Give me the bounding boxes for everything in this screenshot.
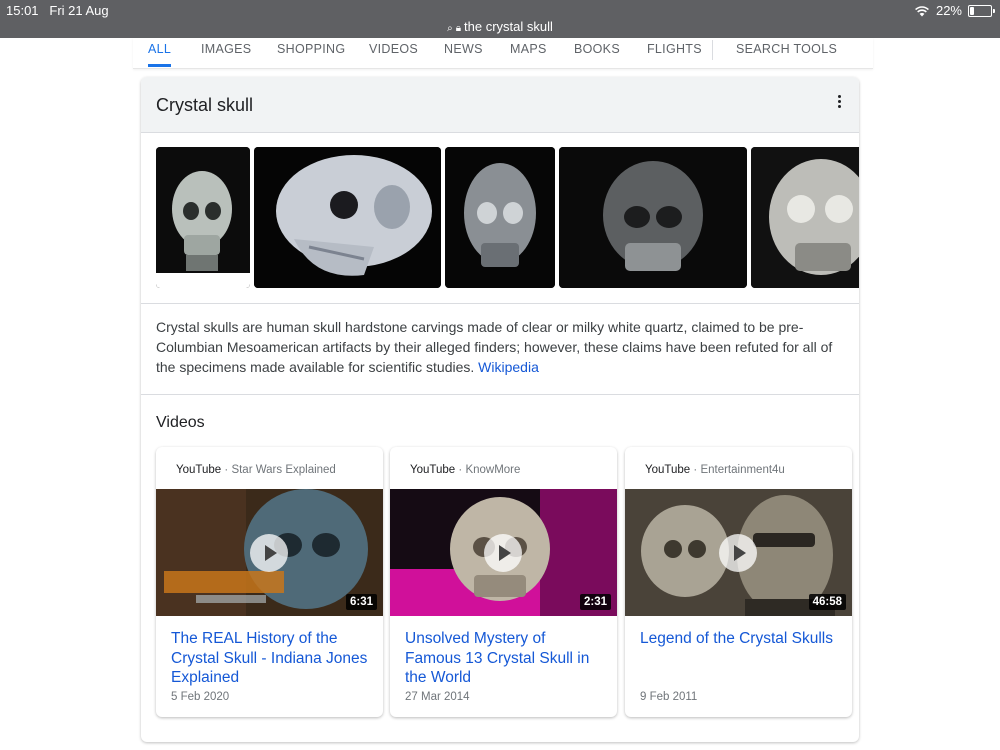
- video-platform: YouTube: [410, 464, 456, 476]
- search-tabs: ALL IMAGES SHOPPING VIDEOS NEWS MAPS BOO…: [133, 38, 873, 69]
- video-platform: YouTube: [176, 464, 222, 476]
- tab-news[interactable]: NEWS: [444, 42, 483, 66]
- tab-search-tools[interactable]: SEARCH TOOLS: [736, 42, 837, 66]
- video-card[interactable]: YouTube · KnowMore 2:31 Unsolved Mystery…: [390, 447, 617, 717]
- play-icon[interactable]: [484, 534, 522, 572]
- video-channel: Entertainment4u: [700, 464, 785, 476]
- video-title-link[interactable]: Unsolved Mystery of Famous 13 Crystal Sk…: [405, 629, 605, 688]
- video-card[interactable]: YouTube · Entertainment4u 46:58 Legend o…: [625, 447, 852, 717]
- video-source: YouTube · Entertainment4u: [645, 464, 785, 476]
- address-bar[interactable]: ⌕ 🔒︎ the crystal skull: [0, 19, 1000, 34]
- skull-image-4[interactable]: [559, 147, 747, 288]
- skull-image-5[interactable]: [751, 147, 859, 288]
- video-thumbnail[interactable]: 6:31: [156, 489, 383, 616]
- panel-title: Crystal skull: [156, 95, 254, 115]
- wifi-icon: [915, 5, 929, 16]
- status-bar: 15:01 Fri 21 Aug ⌕ 🔒︎ the crystal skull 22…: [0, 0, 1000, 38]
- knowledge-panel: Crystal skull Crystal skulls are human s…: [141, 77, 859, 742]
- tab-videos[interactable]: VIDEOS: [369, 42, 418, 66]
- panel-description: Crystal skulls are human skull hardstone…: [156, 317, 846, 377]
- video-date: 27 Mar 2014: [405, 691, 470, 703]
- video-card[interactable]: YouTube · Star Wars Explained 6:31 The R…: [156, 447, 383, 717]
- status-indicators: 22%: [914, 3, 995, 18]
- battery-icon: [968, 4, 995, 17]
- video-channel: Star Wars Explained: [231, 464, 336, 476]
- lock-icon: 🔒︎: [455, 23, 462, 34]
- wikipedia-link[interactable]: Wikipedia: [478, 359, 539, 375]
- tab-divider: [712, 40, 713, 60]
- skull-image-2[interactable]: [254, 147, 441, 288]
- tab-maps[interactable]: MAPS: [510, 42, 547, 66]
- play-icon[interactable]: [719, 534, 757, 572]
- video-title-link[interactable]: Legend of the Crystal Skulls: [640, 629, 840, 649]
- video-date: 5 Feb 2020: [171, 691, 230, 703]
- tab-flights[interactable]: FLIGHTS: [647, 42, 702, 66]
- video-source: YouTube · KnowMore: [410, 464, 521, 476]
- video-channel: KnowMore: [465, 464, 521, 476]
- tab-all[interactable]: ALL: [148, 42, 172, 67]
- status-time: 15:01: [6, 3, 39, 18]
- video-title-link[interactable]: The REAL History of the Crystal Skull - …: [171, 629, 371, 688]
- status-clock: 15:01 Fri 21 Aug: [6, 3, 109, 18]
- status-date: Fri 21 Aug: [49, 3, 109, 18]
- divider: [141, 394, 859, 395]
- video-duration: 2:31: [579, 594, 611, 610]
- tab-shopping[interactable]: SHOPPING: [277, 42, 345, 66]
- battery-percent: 22%: [935, 3, 962, 18]
- address-text: the crystal skull: [464, 19, 553, 34]
- more-options-icon[interactable]: [837, 95, 843, 111]
- play-icon[interactable]: [250, 534, 288, 572]
- panel-header: Crystal skull: [141, 77, 859, 133]
- tab-books[interactable]: BOOKS: [574, 42, 620, 66]
- skull-image-3[interactable]: [445, 147, 555, 288]
- video-thumbnail[interactable]: 46:58: [625, 489, 852, 616]
- image-strip: [156, 147, 859, 288]
- search-icon: ⌕: [447, 23, 453, 34]
- skull-image-1[interactable]: [156, 147, 250, 288]
- battery-level: [970, 6, 974, 15]
- video-duration: 46:58: [808, 594, 846, 610]
- video-source: YouTube · Star Wars Explained: [176, 464, 336, 476]
- video-thumbnail[interactable]: 2:31: [390, 489, 617, 616]
- divider: [141, 303, 859, 304]
- tab-images[interactable]: IMAGES: [201, 42, 251, 66]
- video-duration: 6:31: [345, 594, 377, 610]
- video-platform: YouTube: [645, 464, 691, 476]
- videos-heading: Videos: [156, 414, 205, 431]
- video-date: 9 Feb 2011: [640, 691, 698, 703]
